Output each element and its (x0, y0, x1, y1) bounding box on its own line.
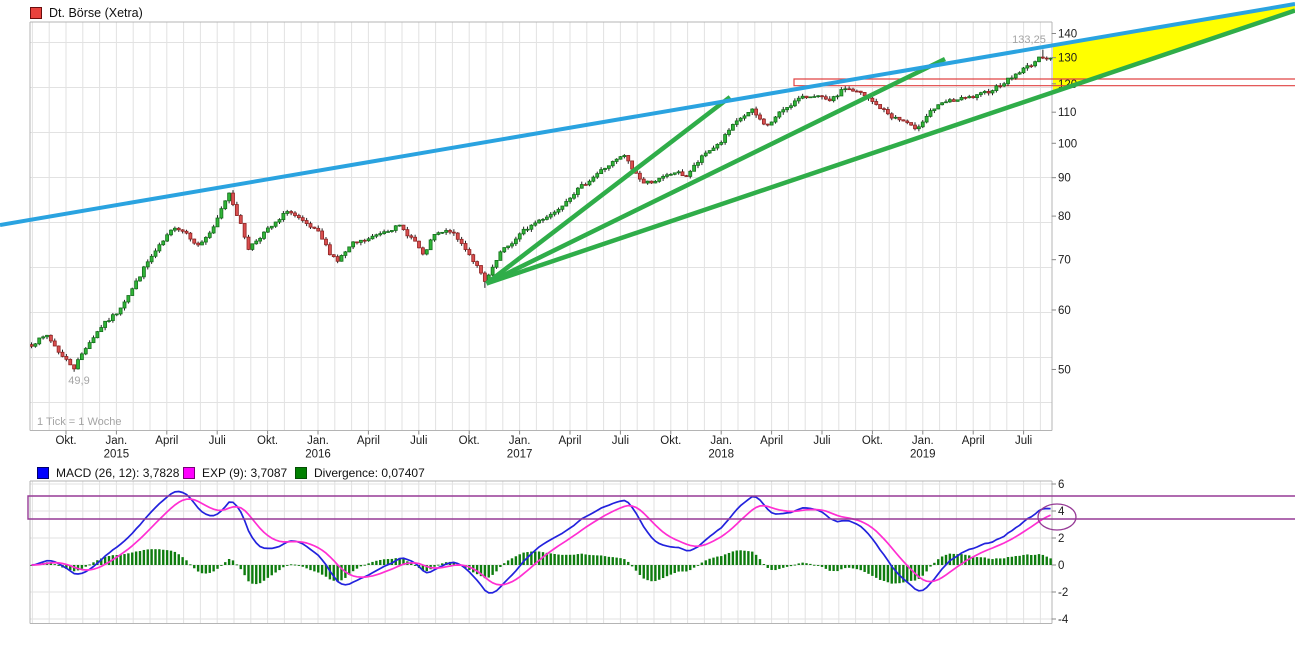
svg-text:Juli: Juli (410, 435, 427, 447)
tick-interval-note: 1 Tick = 1 Woche (37, 416, 121, 428)
divergence-value-label: Divergence: 0,07407 (314, 466, 425, 480)
series-legend[interactable]: Dt. Börse (Xetra) (30, 6, 143, 20)
svg-text:70: 70 (1058, 255, 1071, 267)
svg-text:Juli: Juli (813, 435, 830, 447)
svg-text:2: 2 (1058, 533, 1064, 545)
svg-text:April: April (357, 435, 380, 447)
resistance-box-annotation[interactable] (794, 79, 1295, 86)
svg-text:Okt.: Okt. (257, 435, 278, 447)
period-high-label: 133,25 (1005, 34, 1053, 46)
divergence-swatch-icon (295, 467, 307, 479)
axis-labels: 14013012011010090807060506420-2-4Okt.Jan… (55, 29, 1077, 627)
chart-window: 14013012011010090807060506420-2-4Okt.Jan… (0, 0, 1295, 650)
svg-text:80: 80 (1058, 211, 1071, 223)
svg-text:April: April (962, 435, 985, 447)
svg-text:Okt.: Okt. (862, 435, 883, 447)
green-fan-trendline-1[interactable] (487, 97, 731, 284)
blue-trendline[interactable] (0, 4, 1295, 225)
svg-text:2017: 2017 (507, 449, 533, 461)
macd-swatch-icon (37, 467, 49, 479)
svg-text:130: 130 (1058, 53, 1077, 65)
svg-text:2016: 2016 (305, 449, 331, 461)
svg-text:Jan.: Jan. (509, 435, 531, 447)
svg-text:4: 4 (1058, 506, 1065, 518)
svg-text:April: April (155, 435, 178, 447)
macd-legend: MACD (26, 12): 3,7828 EXP (9): 3,7087 Di… (0, 466, 1295, 482)
macd-circle-annotation[interactable] (1038, 504, 1076, 530)
exp-value-label: EXP (9): 3,7087 (202, 466, 287, 480)
svg-text:0: 0 (1058, 560, 1064, 572)
green-fan-trendline-3[interactable] (487, 11, 1295, 284)
svg-text:April: April (558, 435, 581, 447)
svg-text:140: 140 (1058, 29, 1077, 41)
svg-text:90: 90 (1058, 173, 1071, 185)
macd-legend-item-divergence[interactable]: Divergence: 0,07407 (295, 466, 425, 480)
exp-swatch-icon (183, 467, 195, 479)
series-name: Dt. Börse (Xetra) (49, 6, 143, 20)
svg-text:Juli: Juli (612, 435, 629, 447)
svg-text:110: 110 (1058, 107, 1076, 119)
svg-text:60: 60 (1058, 305, 1071, 317)
svg-text:100: 100 (1058, 138, 1077, 150)
macd-legend-item-exp[interactable]: EXP (9): 3,7087 (183, 466, 287, 480)
series-swatch-icon (30, 7, 42, 19)
svg-text:Juli: Juli (209, 435, 226, 447)
svg-text:Jan.: Jan. (307, 435, 329, 447)
macd-channel-annotation[interactable] (28, 496, 1295, 519)
svg-text:Okt.: Okt. (459, 435, 480, 447)
svg-text:2018: 2018 (708, 449, 734, 461)
green-fan-trendline-2[interactable] (487, 59, 946, 284)
svg-text:Okt.: Okt. (660, 435, 681, 447)
svg-text:Okt.: Okt. (55, 435, 76, 447)
period-low-label: 49,9 (60, 375, 98, 387)
svg-text:April: April (760, 435, 783, 447)
svg-text:2015: 2015 (104, 449, 130, 461)
svg-text:2019: 2019 (910, 449, 936, 461)
svg-text:Jan.: Jan. (106, 435, 128, 447)
svg-text:Jan.: Jan. (710, 435, 732, 447)
svg-text:-2: -2 (1058, 587, 1068, 599)
price-macd-chart-canvas[interactable]: 14013012011010090807060506420-2-4Okt.Jan… (0, 0, 1295, 650)
svg-text:-4: -4 (1058, 614, 1069, 626)
grid-layer (30, 22, 1052, 624)
svg-text:Juli: Juli (1015, 435, 1032, 447)
macd-legend-item-macd[interactable]: MACD (26, 12): 3,7828 (37, 466, 179, 480)
svg-text:50: 50 (1058, 364, 1071, 376)
svg-text:Jan.: Jan. (912, 435, 934, 447)
macd-value-label: MACD (26, 12): 3,7828 (56, 466, 179, 480)
